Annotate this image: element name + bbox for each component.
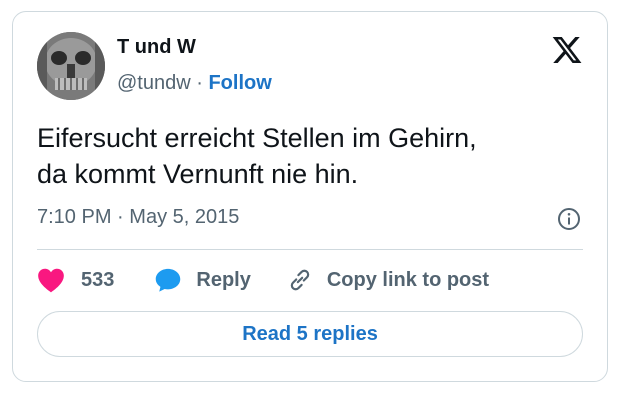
author-name[interactable]: T und W xyxy=(117,36,196,59)
author-handle-row: @tundw · Follow xyxy=(117,72,272,95)
avatar[interactable] xyxy=(37,32,105,100)
info-icon[interactable] xyxy=(557,207,581,231)
reply-button[interactable]: Reply xyxy=(154,266,251,294)
read-replies-button[interactable]: Read 5 replies xyxy=(37,311,583,357)
follow-button[interactable]: Follow xyxy=(208,72,271,94)
copy-link-label: Copy link to post xyxy=(326,268,490,291)
author-handle[interactable]: @tundw xyxy=(117,72,191,94)
post-date: May 5, 2015 xyxy=(129,206,240,228)
like-count: 533 xyxy=(81,268,115,291)
handle-separator: · xyxy=(196,72,203,94)
tweet-card: T und W @tundw · Follow Eifersucht errei… xyxy=(12,11,608,382)
heart-icon xyxy=(38,268,64,293)
divider xyxy=(37,249,583,250)
tweet-text: Eifersucht erreicht Stellen im Gehirn, d… xyxy=(37,120,577,192)
meta-separator: · xyxy=(117,206,124,228)
tweet-line: Eifersucht erreicht Stellen im Gehirn, xyxy=(37,123,477,153)
action-bar: 533 Reply Copy link to post xyxy=(37,264,489,296)
timestamp[interactable]: 7:10 PM · May 5, 2015 xyxy=(37,206,239,229)
x-logo-icon[interactable] xyxy=(551,34,583,66)
tweet-line: da kommt Vernunft nie hin. xyxy=(37,159,359,189)
copy-link-button[interactable]: Copy link to post xyxy=(287,267,489,293)
link-icon xyxy=(290,269,310,291)
like-button[interactable]: 533 xyxy=(37,267,114,293)
reply-bubble-icon xyxy=(156,268,181,292)
post-time: 7:10 PM xyxy=(37,206,112,228)
reply-label: Reply xyxy=(196,268,251,291)
